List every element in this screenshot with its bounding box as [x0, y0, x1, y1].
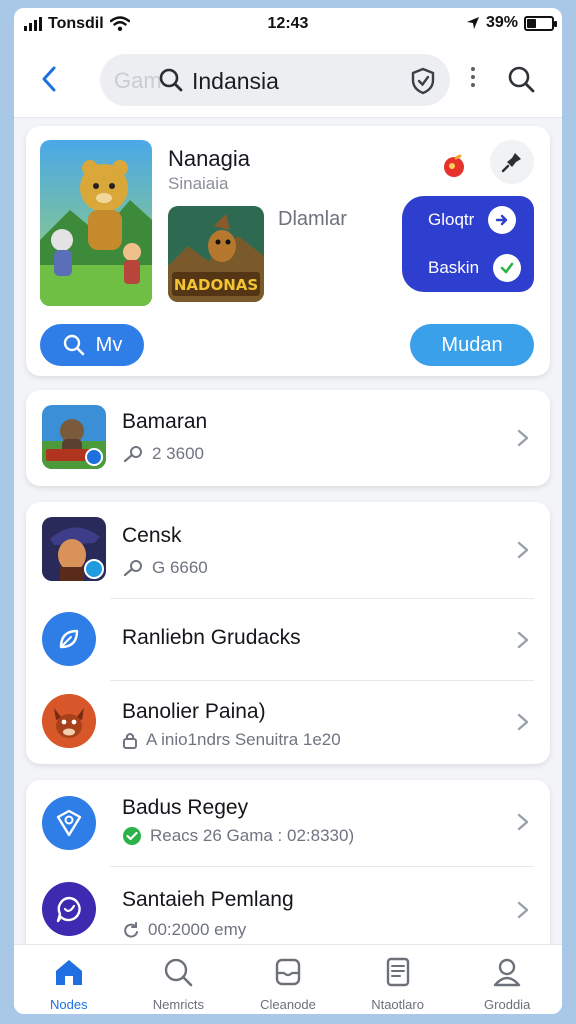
- list-item[interactable]: Badus Regey Reacs 26 Gama : 02:8330): [26, 780, 550, 864]
- search-input[interactable]: Gam Indansia: [100, 54, 450, 106]
- chevron-right-icon: [517, 813, 529, 831]
- item-subtitle: A inio1ndrs Senuitra 1e20: [146, 730, 341, 749]
- game-art-text: NADONAS: [174, 276, 258, 294]
- list-card-2: Censk G 6660 Ranliebn Grudacks Banolier …: [26, 502, 550, 764]
- item-title: Badus Regey: [122, 796, 249, 819]
- more-options-button[interactable]: [468, 64, 478, 94]
- tab-label: Groddia: [484, 997, 531, 1012]
- game-thumbnail-bear: [42, 405, 106, 469]
- search-icon: [159, 68, 183, 92]
- check-icon[interactable]: [493, 254, 522, 282]
- item-title: Ranliebn Grudacks: [122, 626, 301, 649]
- tab-label: Ntaotlaro: [371, 997, 424, 1012]
- tab-ntaotlaro[interactable]: Ntaotlaro: [343, 945, 453, 1014]
- notification-badge-icon[interactable]: [442, 154, 466, 178]
- chevron-right-icon: [517, 429, 529, 447]
- secondary-label: Dlamlar: [278, 208, 347, 230]
- tab-nemricts[interactable]: Nemricts: [124, 945, 234, 1014]
- chevron-right-icon: [517, 631, 529, 649]
- inbox-icon: [271, 955, 305, 989]
- shield-icon[interactable]: [410, 67, 436, 95]
- lock-icon: [123, 733, 137, 749]
- right-action-label: Mudan: [441, 333, 503, 356]
- featured-subtitle: Sinaiaia: [168, 174, 229, 193]
- search-placeholder: Gam: [114, 68, 162, 93]
- promo-panel[interactable]: Gloqtr Baskin: [402, 196, 534, 292]
- home-icon: [52, 955, 86, 989]
- shield-pin-icon: [42, 796, 96, 850]
- item-subtitle: 00:2000 emy: [148, 920, 247, 939]
- top-bar: Gam Indansia: [14, 42, 562, 118]
- promo-label-1: Gloqtr: [428, 210, 475, 229]
- check-circle-icon: [123, 827, 141, 845]
- key-icon: [123, 446, 142, 463]
- chat-icon: [42, 882, 96, 936]
- list-card-1: Bamaran 2 3600: [26, 390, 550, 486]
- list-item[interactable]: Banolier Paina) A inio1ndrs Senuitra 1e2…: [26, 682, 550, 764]
- tab-label: Nodes: [50, 997, 88, 1012]
- search-icon: [63, 334, 84, 356]
- key-icon: [123, 560, 142, 577]
- pin-button[interactable]: [490, 140, 534, 184]
- document-icon: [381, 955, 415, 989]
- tab-label: Cleanode: [260, 997, 316, 1012]
- featured-card: Nanagia Sinaiaia NADONAS Dlamlar Gloqtr …: [26, 126, 550, 376]
- chevron-left-icon: [42, 66, 56, 92]
- pin-icon: [501, 153, 521, 173]
- secondary-game-art[interactable]: NADONAS: [168, 206, 264, 302]
- avatar-fox: [42, 694, 96, 748]
- tab-cleanode[interactable]: Cleanode: [233, 945, 343, 1014]
- search-value: Indansia: [192, 68, 279, 94]
- item-title: Santaieh Pemlang: [122, 888, 294, 911]
- left-action-label: Mv: [95, 333, 123, 356]
- search-icon: [161, 955, 195, 989]
- leaf-icon: [42, 612, 96, 666]
- divider: [110, 598, 534, 599]
- divider: [110, 680, 534, 681]
- chevron-right-icon: [517, 901, 529, 919]
- list-card-3: Badus Regey Reacs 26 Gama : 02:8330) San…: [26, 780, 550, 960]
- featured-title: Nanagia: [168, 146, 250, 171]
- phone-screen: Tonsdil 12:43 39% Gam Indansia Nanagia S…: [14, 8, 562, 1014]
- location-arrow-icon: [466, 17, 479, 29]
- item-subtitle: G 6660: [152, 558, 208, 577]
- sync-icon: [124, 922, 138, 938]
- chevron-right-icon: [517, 713, 529, 731]
- list-item[interactable]: Santaieh Pemlang 00:2000 emy: [26, 868, 550, 954]
- profile-icon: [490, 955, 524, 989]
- bottom-tab-bar: Nodes Nemricts Cleanode Ntaotlaro Groddi…: [14, 944, 562, 1014]
- item-title: Bamaran: [122, 410, 208, 433]
- item-subtitle: Reacs 26 Gama : 02:8330): [150, 826, 355, 845]
- left-action-button[interactable]: Mv: [40, 324, 144, 366]
- battery-icon: [524, 15, 557, 31]
- game-thumbnail-pirate: [42, 517, 106, 581]
- battery-percent: 39%: [485, 14, 518, 31]
- list-item[interactable]: Bamaran 2 3600: [26, 390, 550, 486]
- divider: [110, 866, 534, 867]
- tab-nodes[interactable]: Nodes: [14, 945, 124, 1014]
- tab-groddia[interactable]: Groddia: [452, 945, 562, 1014]
- status-bar: Tonsdil 12:43 39%: [14, 8, 562, 42]
- chevron-right-icon: [517, 541, 529, 559]
- tab-label: Nemricts: [152, 997, 205, 1012]
- right-action-button[interactable]: Mudan: [410, 324, 534, 366]
- arrow-right-icon[interactable]: [488, 206, 517, 234]
- item-subtitle: 2 3600: [152, 444, 204, 463]
- search-button-icon[interactable]: [506, 64, 536, 94]
- list-item[interactable]: Censk G 6660: [26, 502, 550, 594]
- list-item[interactable]: Ranliebn Grudacks: [26, 600, 550, 678]
- item-title: Banolier Paina): [122, 700, 266, 723]
- back-button[interactable]: [34, 62, 64, 96]
- item-title: Censk: [122, 524, 182, 547]
- featured-game-art[interactable]: [40, 140, 152, 306]
- promo-label-2: Baskin: [428, 258, 480, 277]
- battery-fill: [527, 18, 537, 28]
